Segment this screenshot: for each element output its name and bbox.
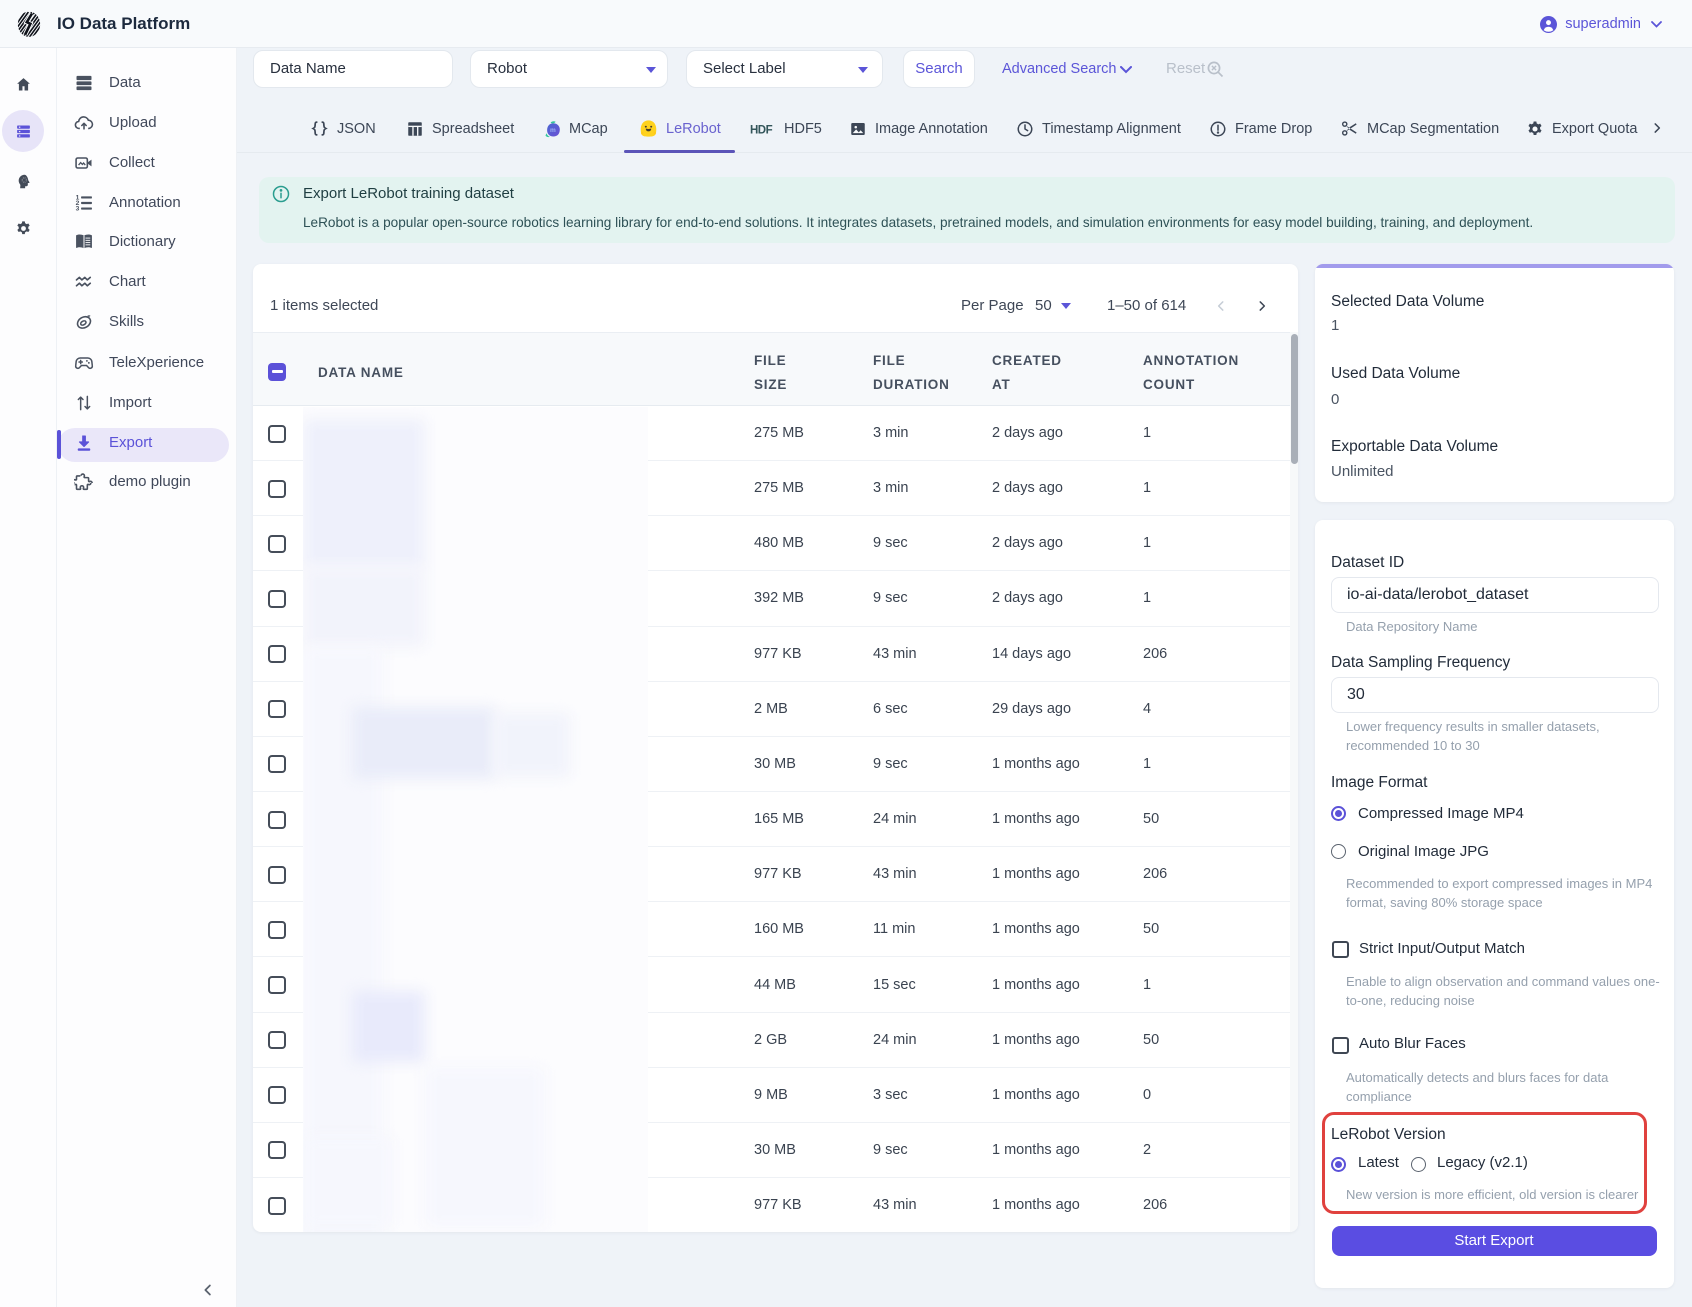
svg-text:m: m <box>550 127 556 134</box>
svg-text:HDF: HDF <box>750 124 773 136</box>
svg-text:3: 3 <box>76 205 80 212</box>
